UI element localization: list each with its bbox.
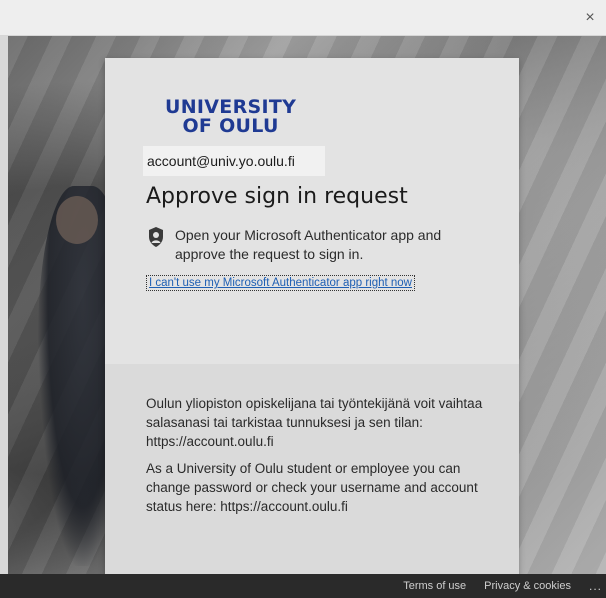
- authenticator-message: Open your Microsoft Authenticator app an…: [175, 227, 442, 262]
- info-text-english: As a University of Oulu student or emplo…: [146, 461, 478, 514]
- window-titlebar: ×: [0, 0, 606, 36]
- account-identity: account@univ.yo.oulu.fi: [143, 146, 325, 176]
- privacy-cookies-link[interactable]: Privacy & cookies: [484, 580, 571, 592]
- university-logo: UNIVERSITY OF OULU: [165, 98, 296, 136]
- authenticator-lock-icon: [149, 227, 163, 247]
- logo-line-2: OF OULU: [182, 115, 279, 137]
- background-person-head: [56, 196, 98, 244]
- window-edge: [0, 36, 8, 574]
- alternate-method-link[interactable]: I can't use my Microsoft Authenticator a…: [146, 275, 415, 291]
- signin-card-main: UNIVERSITY OF OULU account@univ.yo.oulu.…: [105, 58, 519, 364]
- close-icon[interactable]: ×: [580, 8, 600, 28]
- page-title: Approve sign in request: [146, 184, 408, 209]
- footer-bar: Terms of use Privacy & cookies ...: [0, 574, 606, 598]
- info-text-finnish: Oulun yliopiston opiskelijana tai työnte…: [146, 396, 483, 449]
- terms-of-use-link[interactable]: Terms of use: [403, 580, 466, 592]
- more-options-icon[interactable]: ...: [589, 579, 602, 593]
